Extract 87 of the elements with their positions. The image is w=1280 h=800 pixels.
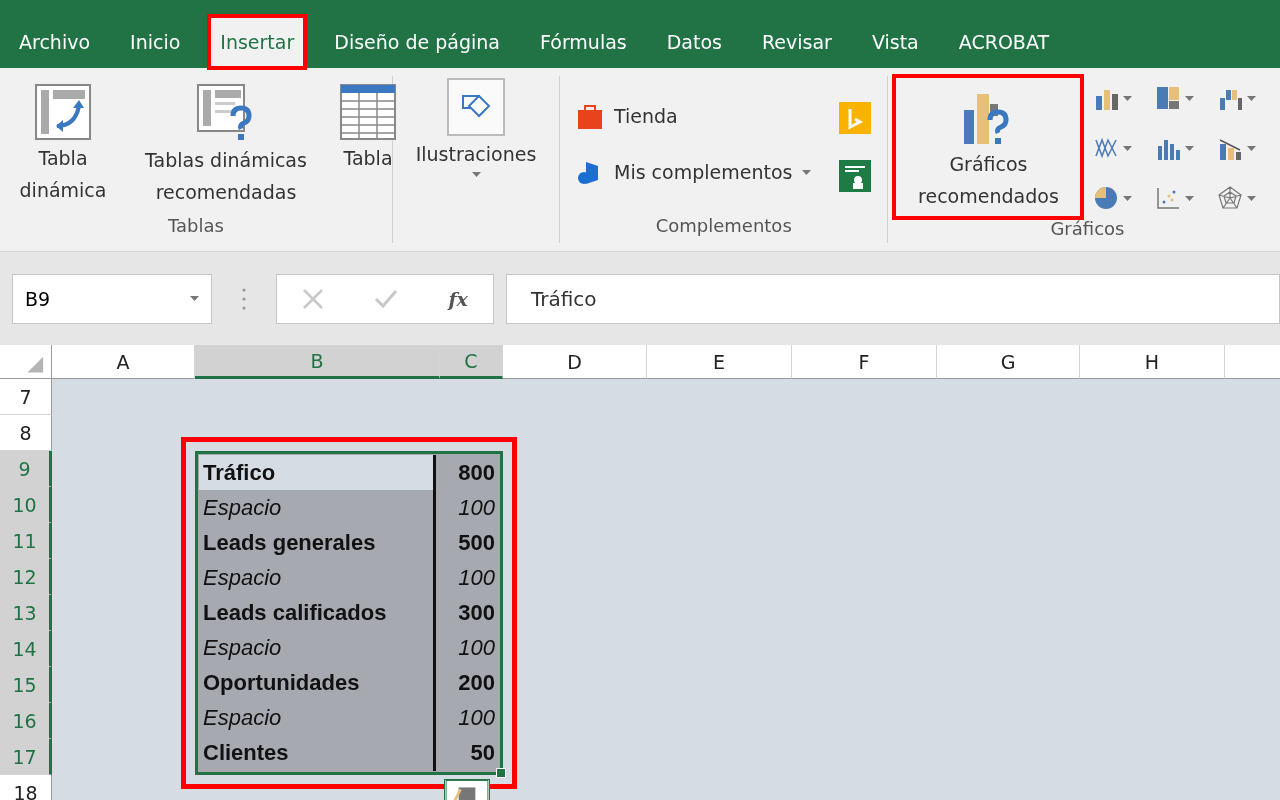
caret-icon	[1185, 195, 1195, 201]
row-header[interactable]: 13	[0, 595, 52, 631]
table-cell: Espacio	[199, 630, 436, 666]
ribbon-button[interactable]: Tablas dinámicas recomendadas	[124, 82, 328, 215]
ribbon-tab[interactable]: Datos	[655, 16, 733, 68]
caret-icon	[802, 169, 812, 175]
table-cell: Espacio	[199, 490, 436, 526]
ribbon-button[interactable]: Tabla dinámica	[6, 82, 120, 215]
row-header[interactable]: 7	[0, 379, 52, 415]
table-cell-text: 200	[457, 669, 496, 698]
row-header[interactable]: 17	[0, 739, 52, 775]
ribbon-tab[interactable]: Inicio	[119, 16, 192, 68]
column-header[interactable]: A	[52, 345, 195, 379]
ribbon-tab[interactable]: Vista	[860, 16, 930, 68]
table-cell-text: 100	[457, 493, 496, 522]
checkmark-icon[interactable]	[374, 288, 399, 309]
radar-chart-icon[interactable]	[1218, 186, 1243, 210]
table-cell-text: 800	[457, 458, 496, 487]
select-all-corner[interactable]	[0, 345, 52, 380]
column-header[interactable]: D	[503, 345, 647, 379]
combo-chart-icon[interactable]	[1218, 136, 1243, 160]
column-header[interactable]: F	[792, 345, 937, 379]
table-cell: Clientes	[199, 735, 436, 771]
table-cell-text: 50	[469, 739, 496, 768]
table-cell-text: 500	[457, 528, 496, 557]
ribbon-tab[interactable]: Insertar	[209, 16, 306, 68]
table-cell-text: 100	[457, 634, 496, 663]
row-header[interactable]: 9	[0, 451, 52, 487]
caret-icon	[1123, 145, 1133, 151]
dropdown-caret-icon	[190, 296, 199, 301]
table-cell: Tráfico	[199, 455, 436, 491]
column-header[interactable]: C	[440, 345, 503, 379]
formula-input[interactable]: Tráfico	[506, 273, 1280, 324]
table-cell: Espacio	[199, 700, 436, 736]
pivot-table-icon	[35, 84, 91, 140]
scatter-chart-icon[interactable]	[1156, 186, 1181, 210]
table-icon	[340, 84, 396, 140]
row-header[interactable]: 14	[0, 631, 52, 667]
column-header[interactable]	[1225, 345, 1280, 379]
caret-icon	[1247, 95, 1257, 101]
name-box[interactable]: B9	[12, 273, 212, 324]
table-cell-text: 100	[457, 563, 496, 592]
table-cell: Espacio	[199, 560, 436, 596]
line-chart-icon[interactable]	[1094, 136, 1119, 160]
group-label: Gráficos	[1049, 218, 1126, 241]
group-label: Tablas	[167, 215, 225, 238]
ribbon-button[interactable]: Mis complementos	[576, 158, 812, 186]
ribbon-tab[interactable]: Diseño de página	[323, 16, 511, 68]
caret-icon	[1123, 195, 1133, 201]
row-header[interactable]: 8	[0, 415, 52, 451]
ribbon-button[interactable]: Gráficos recomendados	[894, 76, 1083, 218]
column-header[interactable]: E	[647, 345, 792, 379]
shapes-icon	[447, 78, 505, 136]
caret-icon	[1185, 145, 1195, 151]
quick-analysis-icon[interactable]	[444, 779, 490, 800]
column-header[interactable]: B	[195, 345, 440, 379]
caret-icon	[1247, 195, 1257, 201]
people-graph-icon[interactable]	[839, 160, 872, 192]
row-header[interactable]: 12	[0, 559, 52, 595]
caret-icon	[471, 172, 481, 177]
row-header[interactable]: 15	[0, 667, 52, 703]
group-label: Complementos	[654, 215, 793, 238]
column-header[interactable]: H	[1080, 345, 1225, 379]
row-header[interactable]: 18	[0, 775, 52, 800]
ribbon-tab[interactable]: ACROBAT	[947, 16, 1060, 68]
row-header[interactable]: 11	[0, 523, 52, 559]
caret-icon	[1247, 145, 1257, 151]
ribbon-tab[interactable]: Revisar	[751, 16, 843, 68]
row-header[interactable]: 10	[0, 487, 52, 523]
ribbon-tab[interactable]: Archivo	[8, 16, 102, 68]
table-cell: Leads calificados	[199, 595, 436, 631]
pie-chart-icon[interactable]	[1094, 186, 1119, 210]
caret-icon	[1185, 95, 1195, 101]
column-header[interactable]: G	[937, 345, 1080, 379]
insert-function-button[interactable]: fx	[448, 287, 468, 310]
table-cell-text: 100	[457, 704, 496, 733]
caret-icon	[1123, 95, 1133, 101]
shopping-bag-icon	[576, 102, 604, 130]
table-cell: Leads generales	[199, 525, 436, 561]
fill-handle[interactable]	[496, 768, 506, 778]
row-header[interactable]: 16	[0, 703, 52, 739]
table-cell-text: 300	[457, 599, 496, 627]
table-cell: Oportunidades	[199, 665, 436, 701]
drag-handle-icon[interactable]	[242, 286, 246, 311]
ribbon-tab[interactable]: Fórmulas	[529, 16, 638, 68]
ribbon-button[interactable]: Tienda	[576, 102, 812, 130]
treemap-icon[interactable]	[1156, 86, 1181, 110]
